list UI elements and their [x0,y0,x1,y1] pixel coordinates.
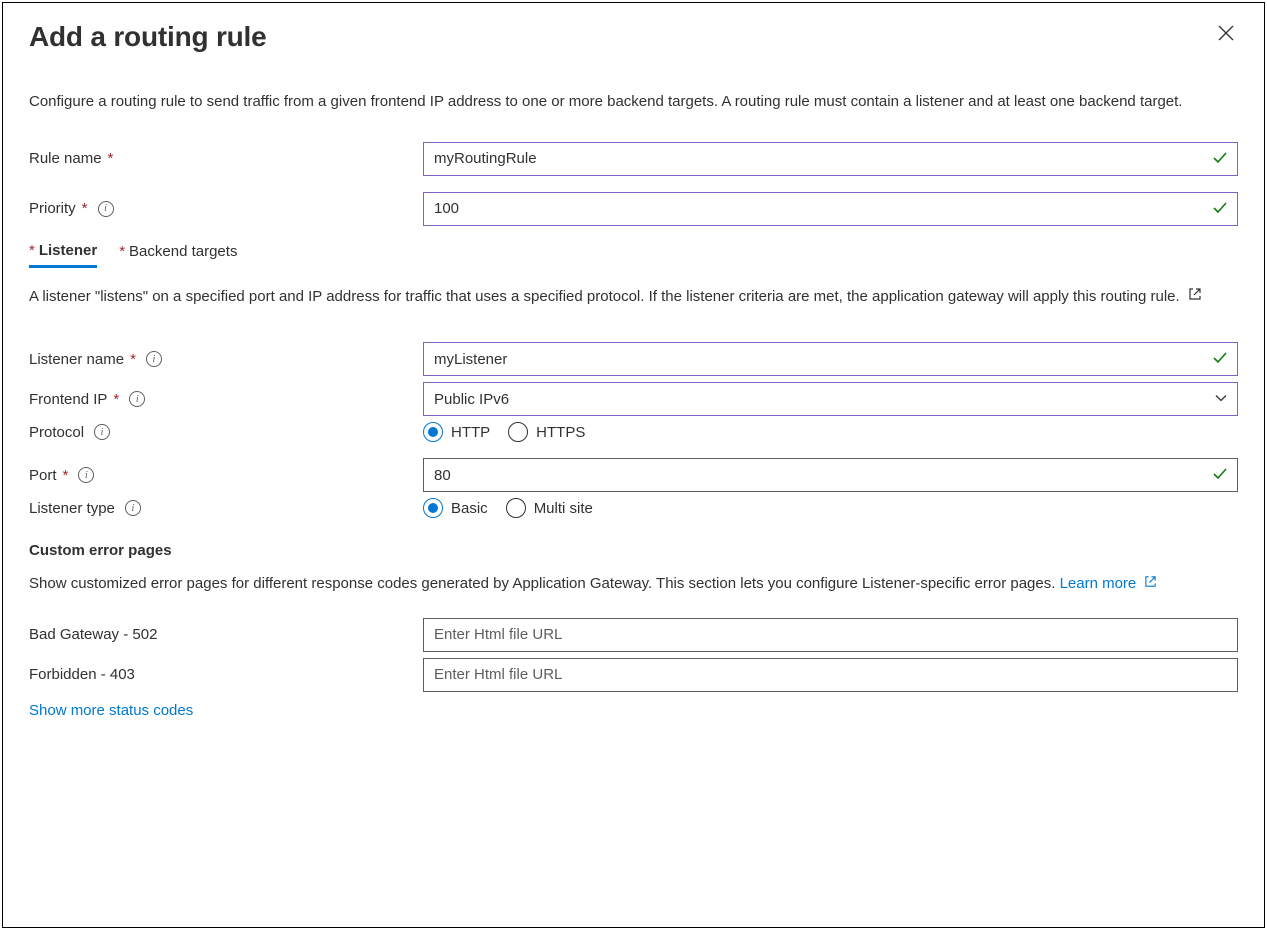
panel-header: Add a routing rule [29,21,1238,53]
listener-description: A listener "listens" on a specified port… [29,286,1229,309]
protocol-https-radio[interactable]: HTTPS [508,422,585,442]
row-port: Port * i [29,458,1238,492]
label-bad-gateway: Bad Gateway - 502 [29,626,423,643]
forbidden-url-input[interactable] [423,658,1238,692]
external-link-icon[interactable] [1188,286,1202,309]
bad-gateway-url-input[interactable] [423,618,1238,652]
custom-error-description: Show customized error pages for differen… [29,573,1229,596]
frontend-ip-select[interactable]: Public IPv6 [423,382,1238,416]
required-marker: * [63,467,69,484]
external-link-icon [1144,573,1157,596]
protocol-radio-group: HTTP HTTPS [423,422,1238,442]
label-rule-name: Rule name * [29,150,423,167]
required-marker: * [82,200,88,217]
info-icon[interactable]: i [98,201,114,217]
info-icon[interactable]: i [78,467,94,483]
listener-name-input[interactable] [423,342,1238,376]
intro-text: Configure a routing rule to send traffic… [29,91,1209,114]
row-forbidden: Forbidden - 403 [29,658,1238,692]
label-port: Port * i [29,467,423,484]
label-frontend-ip: Frontend IP * i [29,391,423,408]
label-listener-name: Listener name * i [29,351,423,368]
panel-title: Add a routing rule [29,21,267,53]
priority-input[interactable] [423,192,1238,226]
port-input[interactable] [423,458,1238,492]
info-icon[interactable]: i [125,500,141,516]
listener-type-multi-radio[interactable]: Multi site [506,498,593,518]
info-icon[interactable]: i [94,424,110,440]
required-marker: * [29,242,35,259]
row-priority: Priority * i [29,192,1238,226]
row-frontend-ip: Frontend IP * i Public IPv6 [29,382,1238,416]
label-protocol: Protocol i [29,424,423,441]
close-icon[interactable] [1214,21,1238,49]
required-marker: * [130,351,136,368]
tabs: * Listener * Backend targets [29,242,1238,268]
label-listener-type: Listener type i [29,500,423,517]
show-more-status-codes-link[interactable]: Show more status codes [29,702,193,719]
label-forbidden: Forbidden - 403 [29,666,423,683]
tab-listener[interactable]: * Listener [29,242,97,268]
protocol-http-radio[interactable]: HTTP [423,422,490,442]
row-listener-type: Listener type i Basic Multi site [29,498,1238,518]
row-rule-name: Rule name * [29,142,1238,176]
label-priority: Priority * i [29,200,423,217]
rule-name-input[interactable] [423,142,1238,176]
learn-more-link[interactable]: Learn more [1060,575,1158,592]
required-marker: * [108,150,114,167]
info-icon[interactable]: i [129,391,145,407]
info-icon[interactable]: i [146,351,162,367]
routing-rule-panel: Add a routing rule Configure a routing r… [2,2,1265,928]
required-marker: * [113,391,119,408]
row-bad-gateway: Bad Gateway - 502 [29,618,1238,652]
listener-type-basic-radio[interactable]: Basic [423,498,488,518]
listener-type-radio-group: Basic Multi site [423,498,1238,518]
tab-backend-targets[interactable]: * Backend targets [119,242,237,268]
required-marker: * [119,243,125,260]
row-listener-name: Listener name * i [29,342,1238,376]
row-protocol: Protocol i HTTP HTTPS [29,422,1238,442]
custom-error-heading: Custom error pages [29,542,1238,559]
